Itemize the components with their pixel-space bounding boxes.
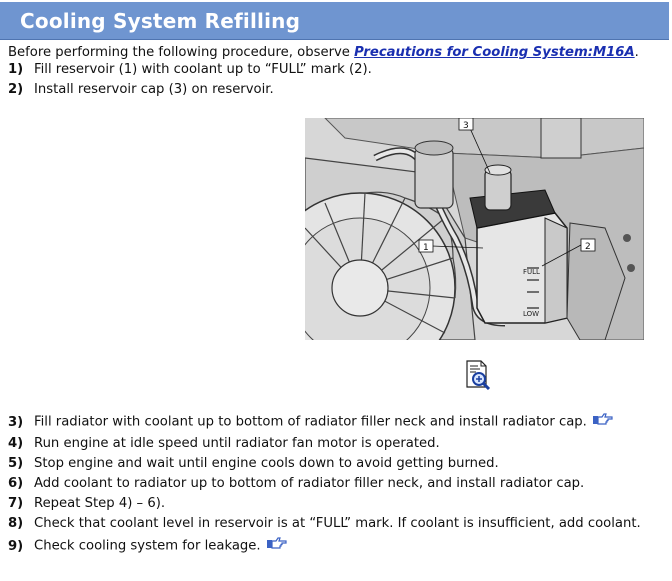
step-number: 5) bbox=[8, 456, 24, 471]
step-7: 7) Repeat Step 4) – 6). bbox=[8, 496, 165, 512]
step-3: 3) Fill radiator with coolant up to botto… bbox=[8, 413, 613, 431]
step-6: 6) Add coolant to radiator up to bottom o… bbox=[8, 476, 584, 492]
step-number: 1) bbox=[8, 62, 24, 77]
step-text: Repeat Step 4) – 6). bbox=[34, 496, 166, 511]
step-text: Check that coolant level in reservoir is… bbox=[34, 516, 641, 531]
step-text: Fill reservoir (1) with coolant up to “F… bbox=[34, 62, 372, 77]
step-8: 8) Check that coolant level in reservoir … bbox=[8, 516, 641, 532]
intro-text: Before performing the following procedur… bbox=[8, 45, 355, 60]
step-1: 1) Fill reservoir (1) with coolant up to … bbox=[8, 62, 372, 78]
page-title: Cooling System Refilling bbox=[20, 9, 301, 33]
step-text: Stop engine and wait until engine cools … bbox=[34, 456, 499, 471]
step-number: 9) bbox=[8, 538, 24, 554]
pointing-hand-icon[interactable] bbox=[592, 413, 613, 430]
step-text: Check cooling system for leakage. bbox=[34, 538, 261, 554]
callout-1: 1 bbox=[423, 243, 429, 253]
step-number: 7) bbox=[8, 496, 24, 511]
step-text: Run engine at idle speed until radiator … bbox=[34, 436, 440, 451]
full-mark-label: FULL bbox=[523, 268, 540, 276]
step-number: 2) bbox=[8, 82, 24, 97]
step-text: Install reservoir cap (3) on reservoir. bbox=[34, 82, 274, 97]
step-number: 6) bbox=[8, 476, 24, 491]
step-text: Fill radiator with coolant up to bottom … bbox=[34, 414, 587, 430]
pointing-hand-icon[interactable] bbox=[266, 537, 287, 554]
reservoir-drawing: FULL LOW 3 1 2 bbox=[305, 118, 644, 340]
step-text: Add coolant to radiator up to bottom of … bbox=[34, 476, 585, 491]
precautions-link[interactable]: Precautions for Cooling System:M16A bbox=[354, 45, 635, 60]
step-5: 5) Stop engine and wait until engine cool… bbox=[8, 456, 499, 472]
reservoir-illustration: FULL LOW 3 1 2 bbox=[305, 118, 644, 340]
title-bar: Cooling System Refilling bbox=[0, 2, 669, 40]
intro-end: . bbox=[634, 45, 639, 60]
step-number: 4) bbox=[8, 436, 24, 451]
step-number: 8) bbox=[8, 516, 24, 531]
intro-line: Before performing the following procedur… bbox=[8, 45, 639, 60]
low-mark-label: LOW bbox=[523, 310, 539, 318]
step-2: 2) Install reservoir cap (3) on reservoir… bbox=[8, 82, 274, 98]
step-4: 4) Run engine at idle speed until radiato… bbox=[8, 436, 440, 452]
step-9: 9) Check cooling system for leakage. bbox=[8, 537, 287, 555]
step-number: 3) bbox=[8, 414, 24, 430]
callout-3: 3 bbox=[463, 121, 469, 131]
magnify-document-icon[interactable] bbox=[464, 360, 492, 391]
callout-2: 2 bbox=[585, 242, 591, 252]
